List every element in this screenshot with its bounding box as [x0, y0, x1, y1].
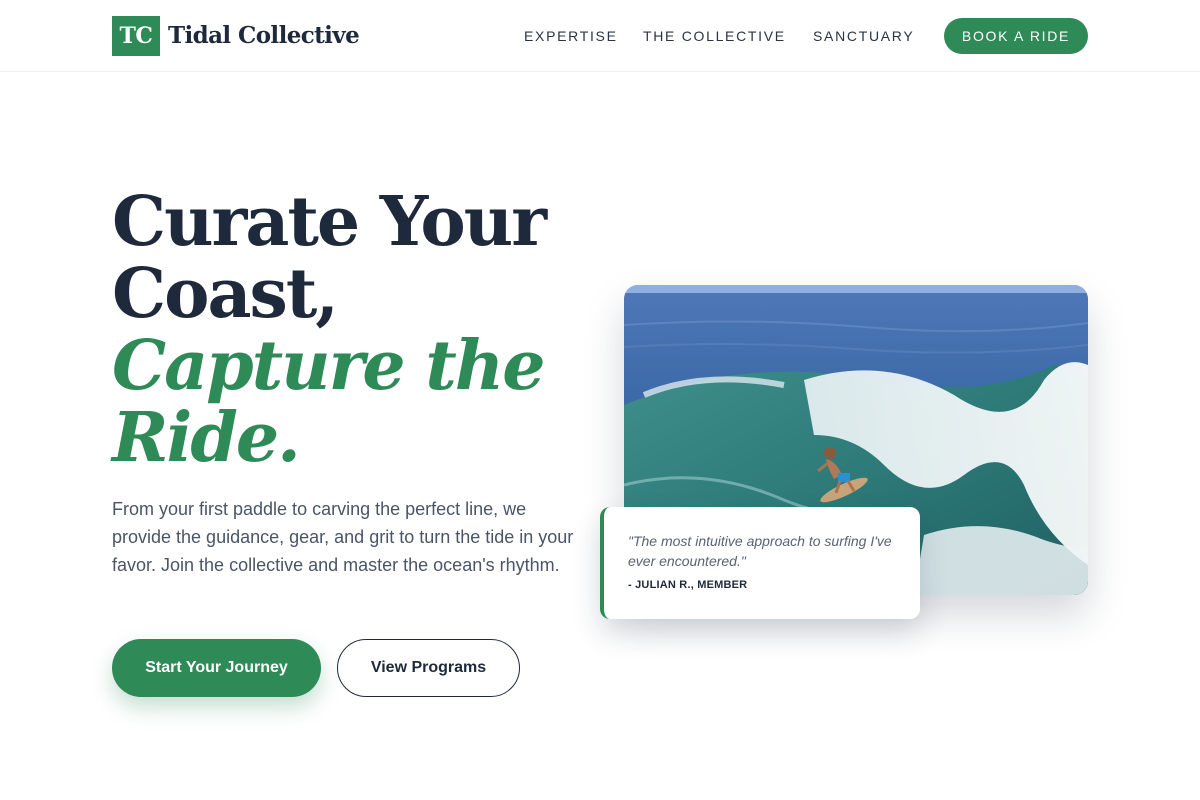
hero-description: From your first paddle to carving the pe…: [112, 499, 574, 575]
nav-link-the-collective[interactable]: THE COLLECTIVE: [643, 24, 786, 48]
testimonial-quote: "The most intuitive approach to surfing …: [628, 533, 892, 569]
headline-line-1: Curate Your: [112, 182, 547, 262]
headline-accent-line-1: Capture the: [112, 326, 545, 406]
testimonial-author: - JULIAN R., MEMBER: [628, 579, 748, 591]
logo-mark[interactable]: TC: [112, 16, 160, 56]
headline-line-2: Coast,: [112, 254, 339, 334]
brand-name[interactable]: Tidal Collective: [168, 20, 360, 52]
start-your-journey-button[interactable]: Start Your Journey: [112, 639, 321, 697]
testimonial-card: "The most intuitive approach to surfing …: [600, 507, 920, 619]
book-a-ride-button[interactable]: BOOK A RIDE: [944, 18, 1088, 54]
nav-link-sanctuary[interactable]: SANCTUARY: [813, 24, 914, 48]
view-programs-button[interactable]: View Programs: [337, 639, 520, 697]
hero-headline: Curate Your Coast, Capture the Ride.: [112, 186, 592, 474]
headline-accent-line-2: Ride.: [112, 398, 301, 478]
nav-link-expertise[interactable]: EXPERTISE: [524, 24, 618, 48]
site-header: TC Tidal Collective EXPERTISE THE COLLEC…: [0, 0, 1200, 72]
